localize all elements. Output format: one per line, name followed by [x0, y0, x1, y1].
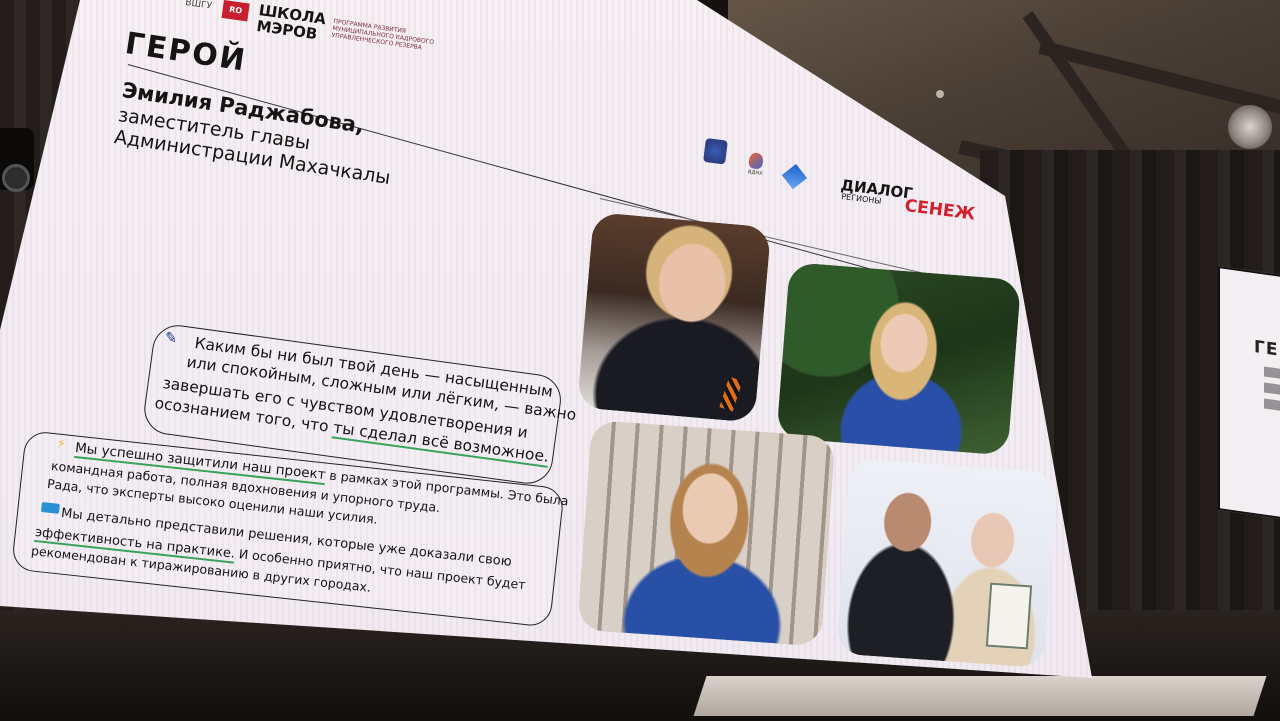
logo-school-subtitle: ПРОГРАММА РАЗВИТИЯ МУНИЦИПАЛЬНОГО КАДРОВ…: [331, 18, 435, 52]
secondary-screen: ГЕР: [1218, 265, 1280, 527]
logo-mark: RO: [221, 0, 250, 22]
conference-hall-scene: ГЕР ВШГУ RO ШКОЛА МЭРОВ ПРОГРАММА РАЗВИТ…: [0, 0, 1280, 721]
photo-hero-outdoor: [576, 212, 772, 423]
photo-hero-greenery: [776, 262, 1022, 456]
secondary-screen-title: ГЕР: [1254, 337, 1280, 363]
secondary-screen-text-line: [1264, 382, 1280, 397]
wall-camera: [0, 128, 34, 192]
pencil-icon: ✎: [163, 328, 179, 348]
logo-school-of-mayors: ШКОЛА МЭРОВ: [255, 1, 327, 43]
secondary-screen-text-line: [1264, 366, 1280, 383]
logo-vshu: ВШГУ: [184, 0, 213, 12]
partner-vdnh-caption: ВДНХ: [747, 169, 763, 177]
photo-hero-interview: [577, 420, 836, 647]
partner-senezh-logo: СЕНЕЖ: [903, 196, 977, 225]
partner-rhombus-icon: [781, 164, 808, 190]
government-emblem-icon: [703, 138, 728, 165]
ceiling-dot: [936, 90, 944, 98]
ceiling-light: [1228, 105, 1272, 149]
certificate-frame: [985, 582, 1033, 650]
laptop-icon: [40, 502, 60, 514]
section-title: ГЕРОЙ: [122, 26, 249, 79]
lightning-icon: ⚡: [56, 436, 67, 451]
secondary-screen-text-line: [1264, 398, 1280, 414]
camera-lens: [2, 164, 30, 192]
stage-edge: [693, 676, 1267, 716]
vdnh-flame-icon: [748, 152, 764, 170]
